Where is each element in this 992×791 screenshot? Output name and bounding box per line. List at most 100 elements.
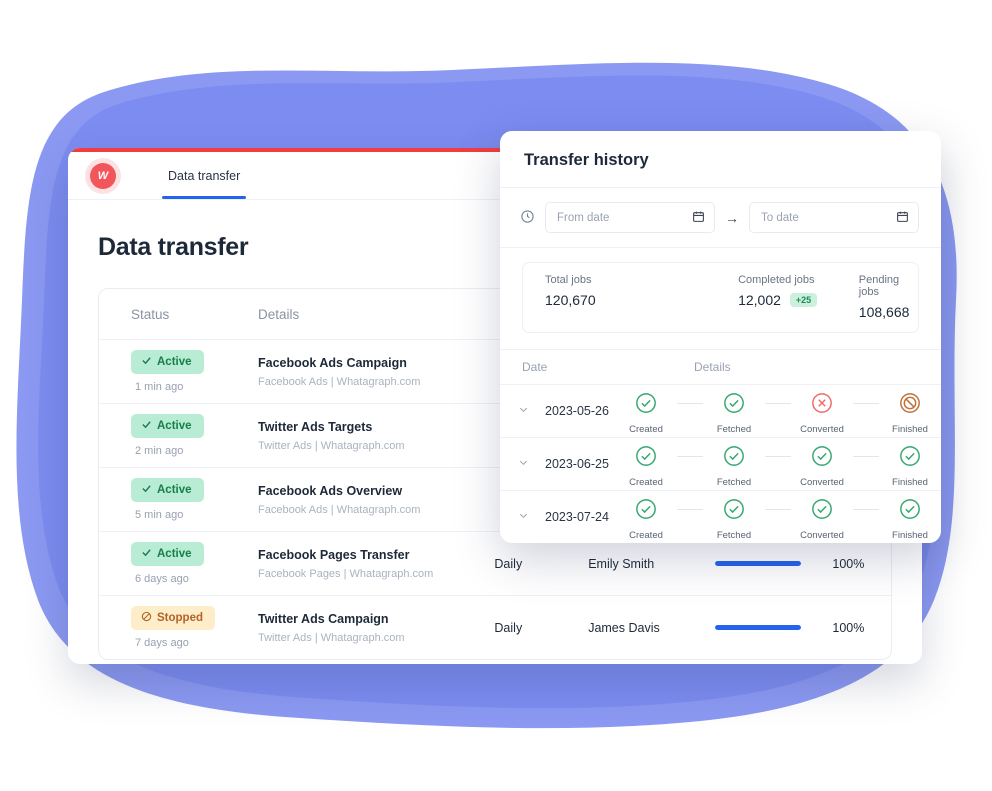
- status-label: Active: [157, 548, 192, 560]
- details-cell: Facebook Pages Transfer Facebook Pages | …: [258, 548, 494, 580]
- step-label: Created: [629, 423, 663, 435]
- history-steps: Created Fetched Converted Finished: [615, 494, 941, 541]
- owner-cell: James Davis: [588, 620, 660, 635]
- from-date-input[interactable]: From date: [545, 202, 715, 233]
- frequency-cell: Daily: [494, 620, 523, 635]
- history-row[interactable]: 2023-07-24 Created Fetched Converted Finishe…: [500, 491, 941, 543]
- history-step: Created: [615, 445, 677, 488]
- status-badge: Active: [131, 414, 204, 438]
- check-icon: [141, 419, 152, 433]
- transfer-source: Twitter Ads | Whatagraph.com: [258, 439, 405, 452]
- status-timestamp: 6 days ago: [135, 573, 189, 585]
- details-cell: Twitter Ads Campaign Twitter Ads | Whatag…: [258, 612, 494, 644]
- history-column-details: Details: [694, 360, 731, 374]
- status-badge: Active: [131, 542, 204, 566]
- chevron-down-icon[interactable]: [518, 404, 529, 418]
- transfer-source: Facebook Ads | Whatagraph.com: [258, 503, 421, 516]
- check-circle-icon: [811, 498, 833, 525]
- status-label: Active: [157, 356, 192, 368]
- status-cell: Stopped 7 days ago: [99, 606, 258, 649]
- error-circle-icon: [811, 392, 833, 419]
- tab-data-transfer[interactable]: Data transfer: [162, 152, 247, 199]
- calendar-icon[interactable]: [896, 210, 909, 226]
- status-label: Stopped: [157, 612, 203, 624]
- status-cell: Active 5 min ago: [99, 478, 258, 521]
- step-connector: [765, 402, 791, 404]
- check-icon: [141, 547, 152, 561]
- step-connector: [765, 508, 791, 510]
- transfer-title: Twitter Ads Campaign: [258, 611, 389, 626]
- to-date-input[interactable]: To date: [749, 202, 919, 233]
- history-header-row: Date Details: [500, 349, 941, 385]
- history-column-date: Date: [522, 360, 548, 374]
- step-connector: [853, 455, 879, 457]
- status-badge: Active: [131, 350, 204, 374]
- history-step: Converted: [791, 445, 853, 488]
- history-date: 2023-05-26: [545, 404, 609, 418]
- history-step: Finished: [879, 392, 941, 435]
- chevron-down-icon[interactable]: [518, 457, 529, 471]
- column-header-status: Status: [131, 306, 170, 322]
- history-step: Finished: [879, 498, 941, 541]
- stat-pending-jobs: Pending jobs 108,668: [837, 274, 918, 320]
- step-connector: [853, 402, 879, 404]
- details-cell: Twitter Ads Targets Twitter Ads | Whatagr…: [258, 420, 494, 452]
- whatagraph-logo-icon[interactable]: W: [90, 162, 116, 189]
- status-cell: Active 6 days ago: [99, 542, 258, 585]
- step-label: Finished: [892, 529, 928, 541]
- chevron-down-icon[interactable]: [518, 510, 529, 524]
- check-circle-icon: [899, 445, 921, 472]
- step-label: Fetched: [716, 476, 752, 488]
- transfer-title: Twitter Ads Targets: [258, 419, 373, 434]
- step-connector: [677, 402, 703, 404]
- status-cell: Active 2 min ago: [99, 414, 258, 457]
- transfer-title: Facebook Pages Transfer: [258, 547, 410, 562]
- jobs-stats-panel: Total jobs 120,670 Completed jobs 12,002…: [522, 262, 919, 333]
- transfer-source: Facebook Ads | Whatagraph.com: [258, 375, 421, 388]
- blocked-circle-icon: [899, 392, 921, 419]
- screenshot-stage: W Data transfer Data transfer Status Det…: [0, 0, 992, 791]
- step-label: Created: [629, 476, 663, 488]
- status-timestamp: 5 min ago: [135, 509, 184, 521]
- status-timestamp: 1 min ago: [135, 381, 184, 393]
- step-label: Converted: [800, 476, 844, 488]
- history-date-cell: 2023-07-24: [500, 510, 615, 524]
- history-date-cell: 2023-05-26: [500, 404, 615, 418]
- stat-delta-badge: +25: [789, 293, 818, 307]
- step-label: Fetched: [716, 529, 752, 541]
- history-step: Fetched: [703, 498, 765, 541]
- arrow-right-icon: →: [725, 209, 739, 226]
- stat-total-jobs: Total jobs 120,670: [523, 274, 716, 320]
- modal-title: Transfer history: [500, 131, 941, 188]
- percent-cell: 100%: [832, 620, 865, 635]
- history-step: Created: [615, 498, 677, 541]
- history-step: Finished: [879, 445, 941, 488]
- check-circle-icon: [723, 498, 745, 525]
- table-row[interactable]: Stopped 7 days ago Twitter Ads Campaign Twi…: [99, 596, 891, 659]
- history-step: Converted: [791, 392, 853, 435]
- stat-label: Pending jobs: [858, 274, 900, 298]
- stat-value: 108,668: [858, 304, 910, 320]
- step-connector: [677, 508, 703, 510]
- history-steps: Created Fetched Converted Finished: [615, 441, 941, 488]
- progress-bar: [715, 561, 802, 566]
- step-connector: [765, 455, 791, 457]
- to-date-placeholder: To date: [761, 211, 799, 224]
- check-icon: [141, 355, 152, 369]
- owner-cell: Emily Smith: [588, 556, 655, 571]
- check-icon: [141, 483, 152, 497]
- stat-label: Completed jobs: [738, 274, 815, 286]
- progress-bar: [715, 625, 802, 630]
- step-label: Created: [629, 529, 663, 541]
- stat-value: 120,670: [545, 292, 596, 308]
- progress-cell: [715, 625, 832, 630]
- transfer-source: Facebook Pages | Whatagraph.com: [258, 567, 434, 580]
- history-row[interactable]: 2023-05-26 Created Fetched Converted Finishe…: [500, 385, 941, 438]
- history-row[interactable]: 2023-06-25 Created Fetched Converted Finishe…: [500, 438, 941, 491]
- history-step: Created: [615, 392, 677, 435]
- check-circle-icon: [635, 445, 657, 472]
- transfer-source: Twitter Ads | Whatagraph.com: [258, 631, 405, 644]
- status-label: Active: [157, 420, 192, 432]
- calendar-icon[interactable]: [692, 210, 705, 226]
- check-circle-icon: [723, 392, 745, 419]
